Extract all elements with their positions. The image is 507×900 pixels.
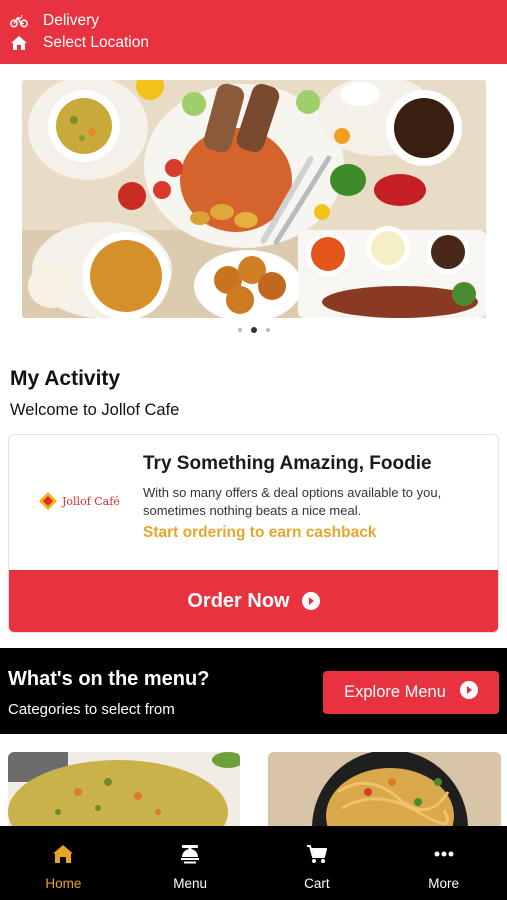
menu-section-title: What's on the menu? xyxy=(8,668,210,690)
carousel-dot-active[interactable] xyxy=(250,327,257,333)
nav-item-menu[interactable]: Menu xyxy=(127,826,254,900)
logo-mark-icon xyxy=(39,492,57,510)
arrow-right-circle-icon xyxy=(301,591,320,615)
section-title-my-activity: My Activity xyxy=(10,367,121,390)
nav-item-cart[interactable]: Cart xyxy=(254,826,381,900)
home-icon xyxy=(52,842,74,866)
promo-title: Try Something Amazing, Foodie xyxy=(143,453,432,474)
welcome-text: Welcome to Jollof Cafe xyxy=(10,401,180,419)
logo-text: Jollof Café xyxy=(62,494,120,508)
explore-menu-button[interactable]: Explore Menu xyxy=(323,671,499,714)
order-now-button[interactable]: Order Now xyxy=(9,570,498,632)
bottom-navigation: Home Menu Cart More xyxy=(0,826,507,900)
delivery-mode[interactable]: Delivery xyxy=(8,12,99,30)
arrow-right-circle-icon xyxy=(459,681,478,704)
nav-item-home[interactable]: Home xyxy=(0,826,127,900)
promo-card: Jollof Café Try Something Amazing, Foodi… xyxy=(8,434,499,633)
select-location[interactable]: Select Location xyxy=(8,34,149,52)
category-tile-rice[interactable] xyxy=(8,752,240,830)
menu-dish-icon xyxy=(179,842,201,866)
explore-menu-label: Explore Menu xyxy=(344,683,446,701)
promo-banner-image[interactable] xyxy=(22,80,486,318)
top-header: Delivery Select Location xyxy=(0,0,507,64)
jollof-cafe-logo: Jollof Café xyxy=(37,490,120,512)
nav-label-menu: Menu xyxy=(173,876,208,891)
more-dots-icon xyxy=(433,842,455,866)
delivery-label: Delivery xyxy=(43,12,99,29)
carousel-dot[interactable] xyxy=(265,328,270,332)
nav-item-more[interactable]: More xyxy=(380,826,507,900)
home-location-icon xyxy=(8,34,30,52)
bicycle-icon xyxy=(8,12,30,30)
location-label: Select Location xyxy=(43,34,149,51)
carousel-indicator xyxy=(0,327,507,333)
nav-label-home: Home xyxy=(45,876,82,891)
nav-label-more: More xyxy=(428,876,459,891)
promo-description: With so many offers & deal options avail… xyxy=(143,485,442,518)
menu-section-banner: What's on the menu? Categories to select… xyxy=(0,648,507,734)
carousel-dot[interactable] xyxy=(237,328,242,332)
nav-label-cart: Cart xyxy=(304,876,330,891)
order-now-label: Order Now xyxy=(187,590,290,612)
cart-icon xyxy=(306,842,328,866)
cashback-link[interactable]: Start ordering to earn cashback xyxy=(143,524,376,542)
menu-section-subtitle: Categories to select from xyxy=(8,701,175,718)
category-tile-noodles[interactable] xyxy=(268,752,501,830)
